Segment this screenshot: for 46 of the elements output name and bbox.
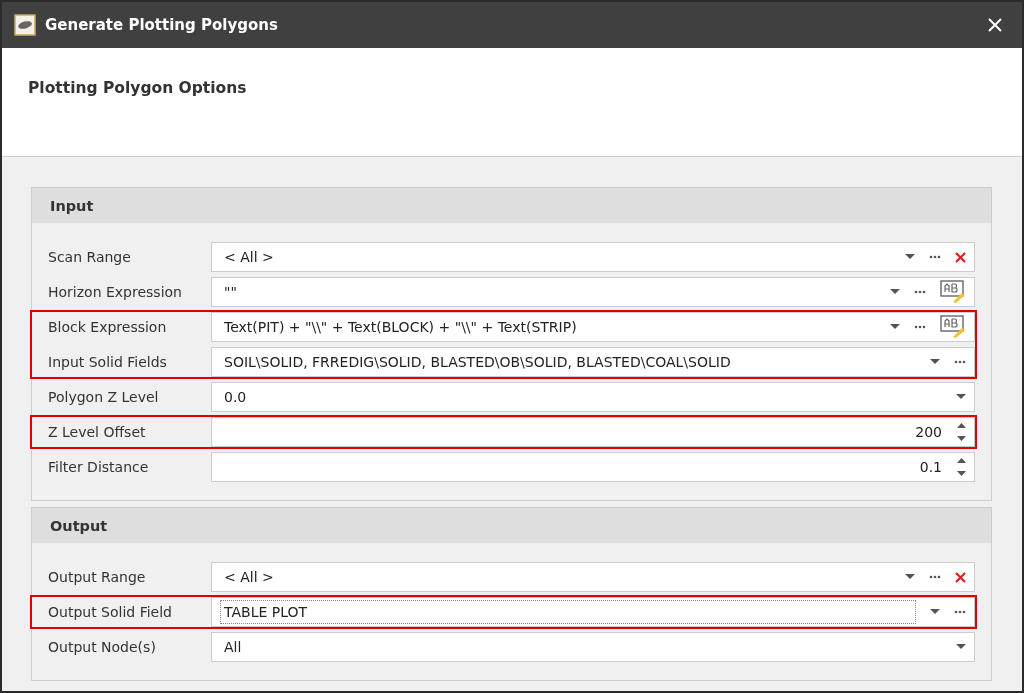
input-field[interactable]: ""	[211, 277, 975, 307]
app-icon	[14, 14, 36, 36]
dropdown-arrow-icon[interactable]	[930, 359, 940, 365]
field-label: Output Range	[47, 569, 147, 585]
field-label: Block Expression	[47, 319, 168, 335]
dropdown-arrow-icon[interactable]	[956, 644, 966, 650]
field-label: Filter Distance	[47, 459, 150, 475]
input-field[interactable]: TABLE PLOT	[211, 597, 975, 627]
spin-buttons-icon[interactable]	[957, 422, 966, 442]
header-title: Plotting Polygon Options	[28, 79, 247, 97]
field-label: Input Solid Fields	[47, 354, 168, 370]
field-label: Horizon Expression	[47, 284, 183, 300]
ellipsis-icon[interactable]	[929, 575, 941, 579]
input-field[interactable]: < All >	[211, 562, 975, 592]
input-field[interactable]: 0.1	[211, 452, 975, 482]
ellipsis-icon[interactable]	[914, 290, 926, 294]
clear-icon[interactable]	[955, 571, 966, 583]
close-icon[interactable]	[988, 18, 1002, 32]
dropdown-arrow-icon[interactable]	[905, 254, 915, 260]
section-title: Output	[50, 517, 108, 534]
dropdown-arrow-icon[interactable]	[890, 324, 900, 330]
ellipsis-icon[interactable]	[914, 325, 926, 329]
ellipsis-icon[interactable]	[954, 610, 966, 614]
section-title: Input	[50, 197, 94, 214]
field-label: Scan Range	[47, 249, 132, 265]
spin-buttons-icon[interactable]	[957, 457, 966, 477]
clear-icon[interactable]	[955, 251, 966, 263]
field-label: Output Solid Field	[47, 604, 173, 620]
expression-edit-icon[interactable]	[940, 315, 966, 339]
field-label: Output Node(s)	[47, 639, 157, 655]
expression-edit-icon[interactable]	[940, 280, 966, 304]
dropdown-arrow-icon[interactable]	[905, 574, 915, 580]
ellipsis-icon[interactable]	[929, 255, 941, 259]
dropdown-arrow-icon[interactable]	[956, 394, 966, 400]
input-field[interactable]: All	[211, 632, 975, 662]
ellipsis-icon[interactable]	[954, 360, 966, 364]
input-field[interactable]: 200	[211, 417, 975, 447]
field-label: Z Level Offset	[47, 424, 147, 440]
dropdown-arrow-icon[interactable]	[890, 289, 900, 295]
input-field[interactable]: < All >	[211, 242, 975, 272]
window-title: Generate Plotting Polygons	[45, 16, 279, 34]
input-field[interactable]: Text(PIT) + "\\" + Text(BLOCK) + "\\" + Text(STRIP)	[211, 312, 975, 342]
dropdown-arrow-icon[interactable]	[930, 609, 940, 615]
input-field[interactable]: 0.0	[211, 382, 975, 412]
field-label: Polygon Z Level	[47, 389, 160, 405]
input-field[interactable]: SOIL\SOLID, FRREDIG\SOLID, BLASTED\OB\SOLID, BLASTED\COAL\SOLID	[211, 347, 975, 377]
